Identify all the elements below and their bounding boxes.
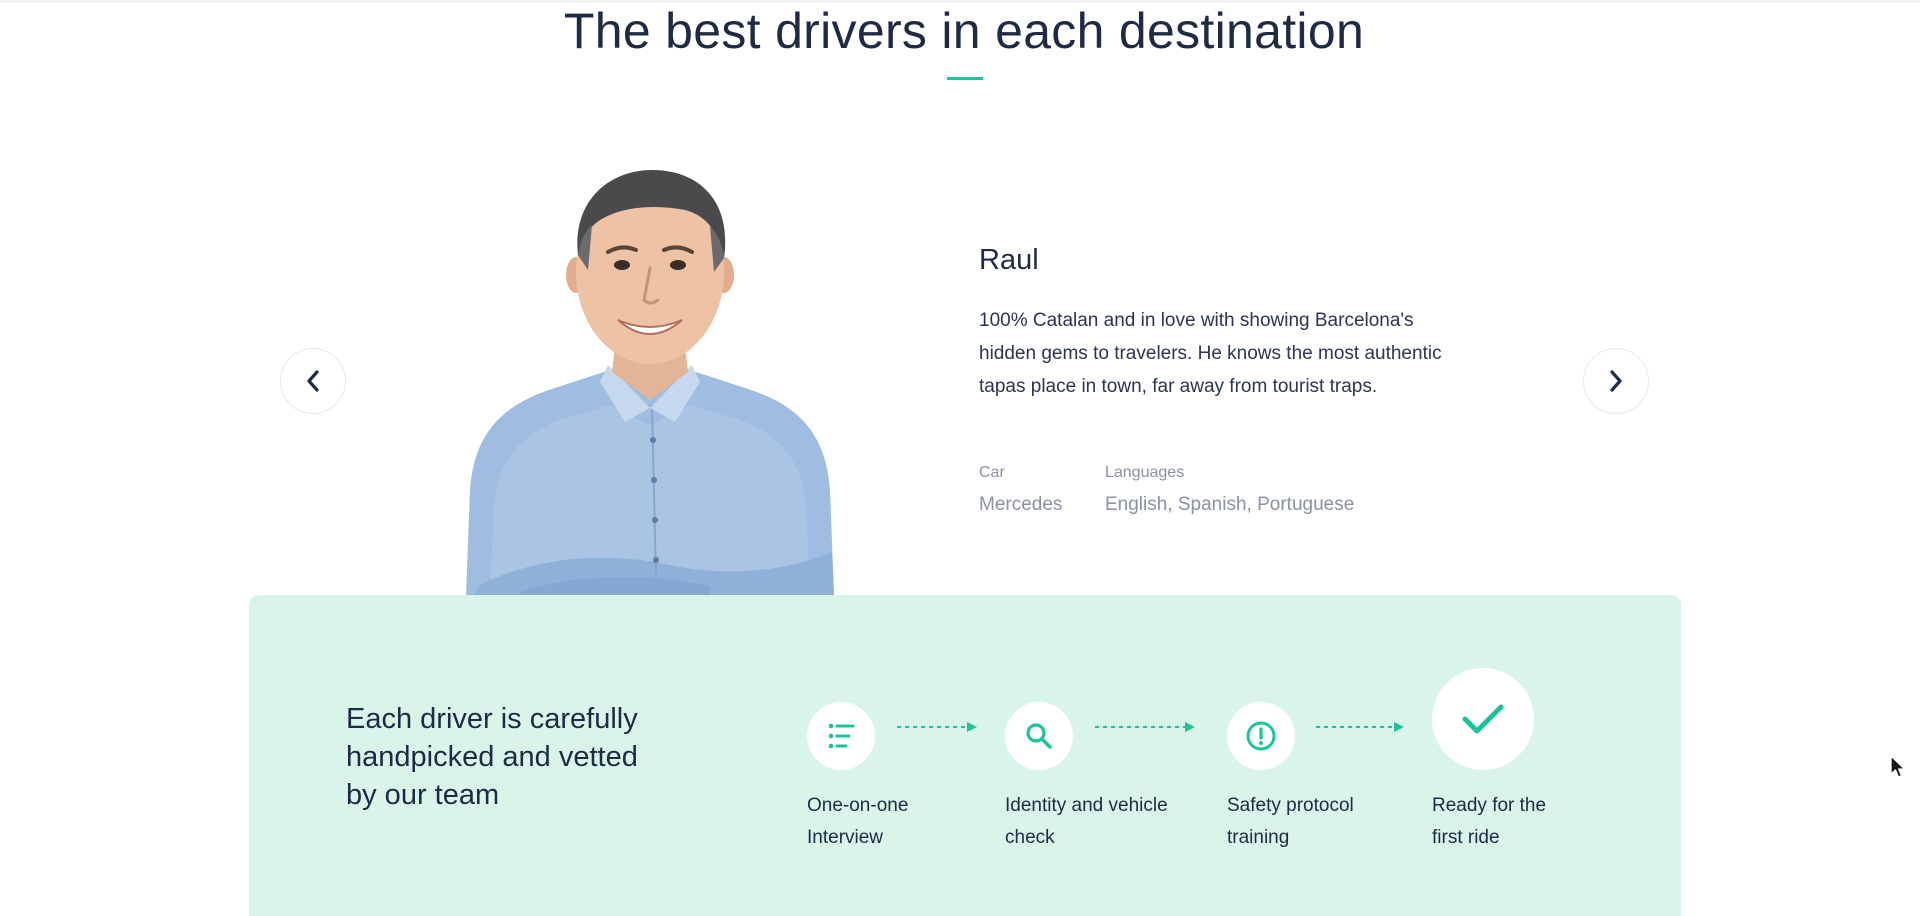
step-ready (1432, 668, 1534, 770)
chevron-left-icon (307, 370, 319, 392)
arrow-icon (1095, 722, 1195, 732)
arrow-icon (1316, 722, 1404, 732)
carousel-next-button[interactable] (1583, 348, 1649, 414)
driver-photo (460, 160, 840, 595)
step-label-safety-training: Safety protocol training (1227, 795, 1354, 848)
arrow-icon (897, 722, 977, 732)
languages-label: Languages (1105, 464, 1185, 481)
step-safety-training (1227, 702, 1295, 770)
driver-bio: 100% Catalan and in love with showing Ba… (979, 310, 1442, 397)
step-interview (807, 702, 875, 770)
car-label: Car (979, 464, 1005, 481)
vetting-panel: Each driver is carefully handpicked and … (249, 595, 1681, 916)
step-identity-check (1005, 702, 1073, 770)
vetting-heading: Each driver is carefully handpicked and … (346, 703, 638, 811)
section-title: The best drivers in each destination (563, 3, 1365, 59)
driver-name: Raul (979, 244, 1039, 276)
check-icon (1462, 704, 1504, 734)
chevron-right-icon (1610, 370, 1622, 392)
search-icon (1026, 723, 1052, 749)
step-label-identity-check: Identity and vehicle check (1005, 795, 1168, 848)
languages-value: English, Spanish, Portuguese (1105, 494, 1355, 515)
step-label-interview: One-on-one Interview (807, 795, 909, 848)
mouse-cursor-icon (1890, 755, 1906, 778)
car-value: Mercedes (979, 494, 1063, 515)
carousel-prev-button[interactable] (280, 348, 346, 414)
list-icon (828, 723, 855, 749)
step-label-ready: Ready for the first ride (1432, 795, 1547, 848)
alert-icon (1246, 721, 1276, 751)
title-underline (947, 77, 983, 80)
